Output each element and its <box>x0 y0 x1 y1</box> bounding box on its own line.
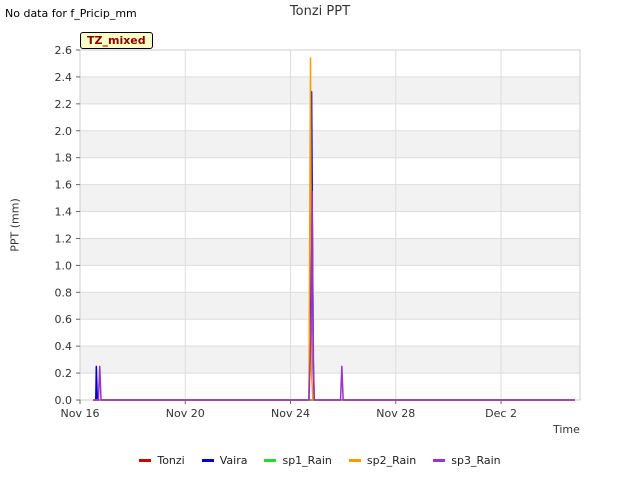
y-tick-label: 2.6 <box>55 44 73 57</box>
legend-label-sp3-rain: sp3_Rain <box>451 454 501 467</box>
y-tick-label: 1.0 <box>55 259 73 272</box>
y-tick-label: 1.6 <box>55 179 73 192</box>
x-tick-label: Nov 28 <box>376 407 415 420</box>
legend-label-vaira: Vaira <box>219 454 248 467</box>
legend-item-sp1-rain[interactable]: sp1_Rain <box>264 454 332 467</box>
y-tick-label: 0.2 <box>55 367 73 380</box>
chart-title: Tonzi PPT <box>289 4 351 19</box>
legend: Tonzi Vaira sp1_Rain sp2_Rain sp3_Rain <box>0 454 640 467</box>
legend-item-tonzi[interactable]: Tonzi <box>139 454 185 467</box>
site-badge: TZ_mixed <box>80 32 153 49</box>
x-tick-label: Nov 16 <box>61 407 100 420</box>
grid-band <box>80 130 580 158</box>
legend-item-sp3-rain[interactable]: sp3_Rain <box>433 454 501 467</box>
y-tick-label: 0.4 <box>55 340 73 353</box>
grid-band <box>80 346 580 374</box>
y-tick-label: 2.0 <box>55 125 73 138</box>
y-tick-label: 0.8 <box>55 286 73 299</box>
legend-swatch-tonzi <box>139 459 152 462</box>
ppt-chart: 0.0 0.2 0.4 0.6 0.8 1.0 1.2 1.4 1.6 1.8 2.0 2.2 2.4 2… <box>55 44 581 420</box>
y-axis-label: PPT (mm) <box>8 198 22 252</box>
legend-label-sp2-rain: sp2_Rain <box>366 454 417 467</box>
legend-item-vaira[interactable]: Vaira <box>201 454 248 467</box>
legend-item-sp2-rain[interactable]: sp2_Rain <box>348 454 417 467</box>
grid-band <box>80 238 580 266</box>
grid-band <box>80 76 580 104</box>
y-tick-label: 2.4 <box>55 71 73 84</box>
grid-band <box>80 292 580 320</box>
legend-label-tonzi: Tonzi <box>157 454 185 467</box>
y-tick-label: 1.2 <box>55 232 73 245</box>
x-axis-label: Time <box>553 423 580 436</box>
legend-swatch-sp1-rain <box>264 459 277 462</box>
legend-swatch-vaira <box>201 459 214 462</box>
legend-swatch-sp3-rain <box>433 459 446 462</box>
y-tick-label: 0.6 <box>55 313 73 326</box>
legend-label-sp1-rain: sp1_Rain <box>282 454 332 467</box>
legend-swatch-sp2-rain <box>348 459 361 462</box>
y-tick-label: 0.0 <box>55 394 73 407</box>
x-tick-label: Nov 20 <box>166 407 205 420</box>
y-tick-label: 1.8 <box>55 152 73 165</box>
x-tick-label: Dec 2 <box>485 407 517 420</box>
grid-band <box>80 184 580 212</box>
x-tick-label: Nov 24 <box>271 407 310 420</box>
y-tick-label: 2.2 <box>55 98 73 111</box>
y-tick-label: 1.4 <box>55 206 73 219</box>
